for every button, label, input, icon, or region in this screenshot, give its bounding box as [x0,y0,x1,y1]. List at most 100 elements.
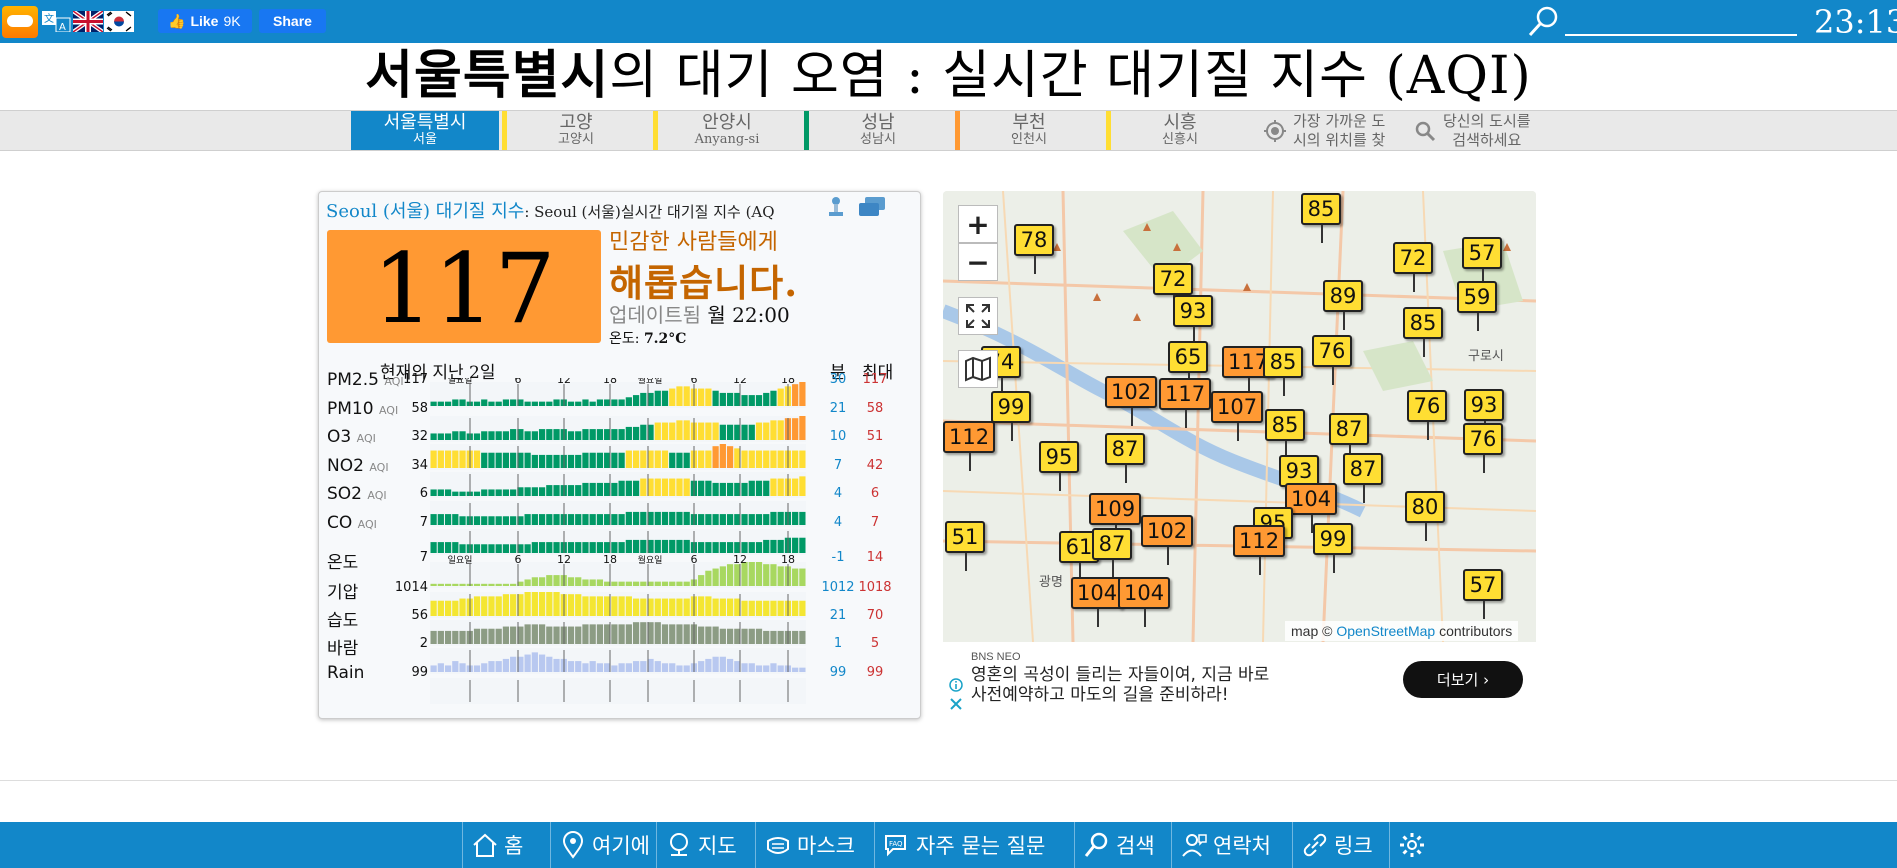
share-icon[interactable] [826,196,846,218]
map-station-marker[interactable]: 93 [1173,295,1213,345]
map-station-marker[interactable]: 87 [1343,453,1383,503]
openstreetmap-link[interactable]: OpenStreetMap [1336,623,1435,639]
map-station-marker[interactable]: 87 [1105,433,1145,483]
history-bar [799,511,806,525]
map-station-marker[interactable]: 85 [1403,307,1443,357]
history-bar [734,448,741,468]
bottom-nav-location-pin[interactable]: 여기에 [550,822,658,868]
city-tab-1[interactable]: 고양 고양시 [502,111,650,150]
map-station-marker[interactable]: 117 [1159,378,1212,428]
map-station-marker[interactable]: 112 [1233,525,1286,575]
history-bar [676,665,683,672]
city-tab-4[interactable]: 부천 인천시 [955,111,1103,150]
map-station-marker[interactable]: 80 [1405,491,1445,541]
map-station-marker[interactable]: 85 [1301,193,1341,243]
translate-icon[interactable]: 文 A [42,11,72,32]
history-axis-label: 6 [691,378,698,386]
map-station-marker[interactable]: 57 [1463,569,1503,619]
history-bar [473,665,481,672]
search-icon[interactable] [1527,4,1561,38]
history-row-min: 10 [829,429,847,444]
air-quality-map[interactable]: 85 78 72 57 89 72 93 85 59 74 65 117 85 76 99 102 117 107… [943,191,1536,642]
ad-more-button[interactable]: 더보기 › [1403,661,1523,698]
zoom-out-button[interactable]: − [958,243,998,281]
map-station-marker[interactable]: 76 [1463,423,1503,473]
map-layers-button[interactable] [958,350,998,388]
uk-flag-icon[interactable] [73,11,103,32]
bottom-nav-mask[interactable]: 마스크 [755,822,863,868]
map-attribution: map © OpenStreetMap contributors [1285,621,1519,641]
aqi-city-name[interactable]: Seoul (서울) [326,201,430,222]
map-station-marker[interactable]: 99 [991,391,1031,441]
map-station-marker[interactable]: 85 [1265,409,1305,459]
history-bar [510,516,517,525]
map-station-marker[interactable]: 87 [1092,528,1132,578]
map-station-marker[interactable]: 99 [1313,523,1353,573]
map-station-marker[interactable]: 104 [1118,577,1171,627]
app-logo-icon[interactable] [2,6,38,38]
map-station-marker[interactable]: 102 [1105,376,1158,426]
city-tab-7[interactable]: 당신의 도시를 검색하세요 [1403,111,1551,150]
city-tab-0[interactable]: 서울특별시 서울 [351,111,499,150]
map-station-marker[interactable]: 95 [1039,441,1079,491]
map-station-marker[interactable]: 109 [1089,493,1142,543]
map-station-marker[interactable]: 51 [945,521,985,571]
city-tab-2[interactable]: 안양시 Anyang-si [653,111,801,150]
map-station-marker[interactable]: 72 [1393,242,1433,292]
map-station-marker[interactable]: 76 [1407,390,1447,440]
city-tab-5[interactable]: 시흥 신흥시 [1106,111,1254,150]
bottom-nav-contact[interactable]: 연락처 [1171,822,1279,868]
history-bar [770,564,777,586]
map-station-marker[interactable]: 57 [1462,237,1502,287]
history-bar [510,429,517,440]
svg-text:A: A [59,22,66,32]
row-name-text: 습도 [327,611,359,631]
map-station-marker[interactable]: 76 [1312,335,1352,385]
fullscreen-button[interactable] [958,297,998,335]
history-bar [596,399,604,406]
bottom-nav-gear[interactable] [1389,822,1434,868]
map-station-marker[interactable]: 78 [1014,224,1054,274]
map-station-marker[interactable]: 65 [1168,341,1208,391]
bottom-nav-faq[interactable]: FAQ 자주 묻는 질문 [874,822,1053,868]
map-station-marker[interactable]: 102 [1141,515,1194,565]
zoom-in-button[interactable]: + [958,205,998,243]
map-station-marker[interactable]: 89 [1323,280,1363,330]
history-bar [661,581,669,586]
history-axis-label: 6 [515,378,522,386]
city-tab-3[interactable]: 성남 성남시 [804,111,952,150]
updated-label: 업데이트됨 [609,303,701,327]
city-tab-sub: 서울 [413,132,437,147]
map-station-marker[interactable]: 112 [943,421,996,471]
history-bar [553,399,560,406]
widget-icon[interactable] [858,196,886,218]
row-name-text: CO [327,513,353,533]
history-bar [712,656,719,672]
history-bar [444,450,452,468]
city-tab-sub: 인천시 [1011,132,1047,147]
ad-close-icon[interactable] [950,698,962,710]
history-bar [582,579,589,586]
map-station-marker[interactable]: 87 [1329,413,1369,463]
fb-share-button[interactable]: Share [259,9,326,33]
bottom-nav-link[interactable]: 링크 [1292,822,1381,868]
map-station-marker[interactable]: 59 [1457,281,1497,331]
map-station-marker[interactable]: 104 [1071,577,1124,627]
history-bar [430,600,437,616]
city-tab-6[interactable]: 가장 가까운 도 시의 위치를 찾 [1253,111,1401,150]
history-bar [683,624,690,644]
map-station-marker[interactable]: 107 [1211,391,1264,441]
bottom-nav-home[interactable]: 홈 [462,822,531,868]
map-station-marker[interactable]: 85 [1263,346,1303,396]
history-bar [770,511,777,525]
ad-info-icon[interactable] [949,678,963,692]
search-input[interactable] [1565,34,1797,36]
map-station-marker[interactable]: 72 [1153,263,1193,313]
korea-flag-icon[interactable] [104,11,134,32]
history-bar [495,628,502,644]
map-station-marker[interactable]: 93 [1464,389,1504,439]
fb-like-button[interactable]: 👍 Like 9K [158,9,252,33]
bottom-nav-search[interactable]: 검색 [1074,822,1163,868]
bottom-nav-map[interactable]: 지도 [656,822,745,868]
history-bar [531,401,538,406]
